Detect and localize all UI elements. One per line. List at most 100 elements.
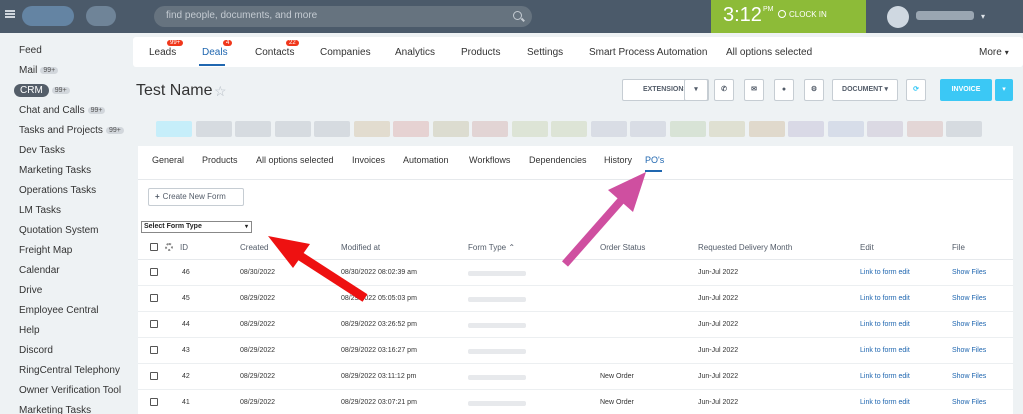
search-icon[interactable]: [513, 11, 522, 20]
crm-tab[interactable]: Contacts: [255, 47, 294, 58]
form-type-select[interactable]: Select Form Type ▾: [141, 221, 252, 233]
stage-step[interactable]: [511, 121, 548, 137]
invoice-button[interactable]: INVOICE: [940, 79, 992, 101]
stage-step[interactable]: [156, 121, 192, 137]
sidebar-item[interactable]: Marketing Tasks: [19, 165, 91, 176]
header-edit[interactable]: Edit: [860, 243, 874, 252]
stage-step[interactable]: [748, 121, 785, 137]
sidebar-item[interactable]: Employee Central: [19, 305, 98, 316]
card-tab[interactable]: General: [152, 155, 184, 165]
stage-step[interactable]: [590, 121, 627, 137]
stage-step[interactable]: [393, 121, 429, 137]
header-modified[interactable]: Modified at: [341, 243, 380, 252]
create-new-form-button[interactable]: + Create New Form: [148, 188, 244, 206]
crm-tab[interactable]: Companies: [320, 47, 371, 58]
select-all-checkbox[interactable]: [150, 243, 158, 251]
show-files-link[interactable]: Show Files: [952, 399, 986, 406]
user-avatar[interactable]: [887, 6, 909, 28]
form-edit-link[interactable]: Link to form edit: [860, 321, 910, 328]
hamburger-menu-icon[interactable]: [5, 10, 15, 18]
company-logo[interactable]: [22, 6, 74, 26]
chat-button[interactable]: ●: [774, 79, 794, 101]
star-icon[interactable]: ☆: [214, 83, 227, 100]
crm-tab[interactable]: Smart Process Automation: [589, 47, 707, 58]
sidebar-item[interactable]: Feed: [19, 45, 42, 56]
card-tab[interactable]: Dependencies: [529, 155, 587, 165]
phone-button[interactable]: ✆: [714, 79, 734, 101]
header-form-type[interactable]: Form Type ⌃: [468, 243, 515, 252]
crm-tab[interactable]: Leads: [149, 47, 176, 58]
sidebar-item[interactable]: RingCentral Telephony: [19, 365, 120, 376]
sidebar-item[interactable]: Marketing Tasks: [19, 405, 91, 414]
form-edit-link[interactable]: Link to form edit: [860, 269, 910, 276]
crm-tab[interactable]: Deals: [202, 47, 228, 58]
stage-step[interactable]: [827, 121, 864, 137]
form-edit-link[interactable]: Link to form edit: [860, 373, 910, 380]
gear-icon[interactable]: [165, 243, 173, 251]
sidebar-item[interactable]: Freight Map: [19, 245, 72, 256]
stage-step[interactable]: [353, 121, 390, 137]
sidebar-item[interactable]: Tasks and Projects 99+: [19, 125, 124, 136]
stage-step[interactable]: [235, 121, 271, 137]
sidebar-item[interactable]: Dev Tasks: [19, 145, 65, 156]
card-tab[interactable]: History: [604, 155, 632, 165]
stage-step[interactable]: [314, 121, 350, 137]
form-edit-link[interactable]: Link to form edit: [860, 399, 910, 406]
card-tab[interactable]: Products: [202, 155, 238, 165]
sidebar-item[interactable]: Drive: [19, 285, 42, 296]
show-files-link[interactable]: Show Files: [952, 347, 986, 354]
show-files-link[interactable]: Show Files: [952, 295, 986, 302]
show-files-link[interactable]: Show Files: [952, 321, 986, 328]
header-created[interactable]: Created: [240, 243, 268, 252]
crm-tab[interactable]: More ▾: [979, 47, 1009, 58]
stage-step[interactable]: [709, 121, 745, 137]
row-checkbox[interactable]: [150, 346, 158, 354]
search-input[interactable]: find people, documents, and more: [154, 6, 532, 27]
stage-step[interactable]: [946, 121, 982, 137]
stage-step[interactable]: [472, 121, 508, 137]
mail-button[interactable]: ✉: [744, 79, 764, 101]
document-button[interactable]: DOCUMENT ▾: [832, 79, 898, 101]
sidebar-item[interactable]: Operations Tasks: [19, 185, 96, 196]
user-name-redacted[interactable]: [916, 11, 974, 20]
show-files-link[interactable]: Show Files: [952, 373, 986, 380]
chevron-down-icon[interactable]: ▾: [981, 12, 985, 21]
sidebar-item[interactable]: Calendar: [19, 265, 60, 276]
show-files-link[interactable]: Show Files: [952, 269, 986, 276]
sidebar-item[interactable]: Mail 99+: [19, 65, 59, 76]
row-checkbox[interactable]: [150, 320, 158, 328]
form-edit-link[interactable]: Link to form edit: [860, 295, 910, 302]
header-id[interactable]: ID: [180, 243, 188, 252]
header-order-status[interactable]: Order Status: [600, 243, 645, 252]
sidebar-item[interactable]: Help: [19, 325, 40, 336]
stage-step[interactable]: [630, 121, 666, 137]
row-checkbox[interactable]: [150, 294, 158, 302]
sidebar-item[interactable]: CRM 99+: [14, 84, 70, 97]
header-file[interactable]: File: [952, 243, 965, 252]
stage-step[interactable]: [867, 121, 903, 137]
sidebar-item[interactable]: Discord: [19, 345, 53, 356]
form-edit-link[interactable]: Link to form edit: [860, 347, 910, 354]
stage-step[interactable]: [551, 121, 587, 137]
extensions-caret-button[interactable]: ▾: [684, 79, 708, 101]
row-checkbox[interactable]: [150, 398, 158, 406]
row-checkbox[interactable]: [150, 372, 158, 380]
stage-step[interactable]: [195, 121, 232, 137]
crm-tab[interactable]: Analytics: [395, 47, 435, 58]
secondary-logo[interactable]: [86, 6, 116, 26]
stage-step[interactable]: [432, 121, 469, 137]
stage-step[interactable]: [274, 121, 311, 137]
card-tab[interactable]: Invoices: [352, 155, 385, 165]
header-delivery[interactable]: Requested Delivery Month: [698, 243, 792, 252]
crm-tab[interactable]: All options selected: [726, 47, 812, 58]
sidebar-item[interactable]: Chat and Calls 99+: [19, 105, 106, 116]
crm-tab[interactable]: Products: [461, 47, 500, 58]
settings-button[interactable]: ⚙: [804, 79, 824, 101]
sidebar-item[interactable]: Quotation System: [19, 225, 98, 236]
row-checkbox[interactable]: [150, 268, 158, 276]
sidebar-item[interactable]: LM Tasks: [19, 205, 61, 216]
clock-widget[interactable]: 3:12 PM CLOCK IN: [711, 0, 866, 33]
sidebar-item[interactable]: Owner Verification Tool: [19, 385, 121, 396]
card-tab[interactable]: Workflows: [469, 155, 510, 165]
card-tab[interactable]: Automation: [403, 155, 449, 165]
